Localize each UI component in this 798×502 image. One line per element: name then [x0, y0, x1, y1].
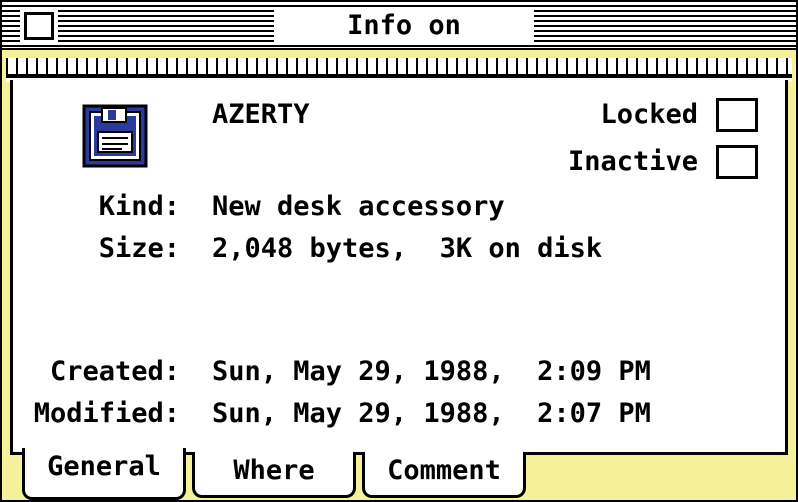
tab-where-label: Where — [233, 455, 315, 486]
file-name: AZERTY — [212, 99, 310, 130]
tab-general[interactable]: General — [22, 448, 186, 500]
created-value: Sun, May 29, 1988, 2:09 PM — [212, 356, 651, 387]
tab-where[interactable]: Where — [192, 452, 356, 498]
modified-label: Modified: — [33, 398, 180, 429]
close-box[interactable] — [24, 12, 54, 40]
tab-comment-label: Comment — [387, 455, 501, 486]
inactive-checkbox[interactable] — [716, 145, 758, 179]
desk-accessory-file-icon — [82, 104, 148, 168]
window-title: Info on “AZERTY” — [274, 8, 534, 77]
inactive-label: Inactive — [567, 146, 698, 177]
tab-comment[interactable]: Comment — [362, 452, 526, 498]
tab-general-label: General — [47, 451, 161, 482]
created-label: Created: — [49, 356, 180, 387]
title-bar[interactable]: Info on “AZERTY” — [2, 2, 796, 77]
kind-value: New desk accessory — [212, 191, 505, 222]
size-value: 2,048 bytes, 3K on disk — [212, 233, 603, 264]
locked-checkbox[interactable] — [716, 98, 758, 132]
locked-label: Locked — [600, 99, 698, 130]
kind-label: Kind: — [98, 191, 180, 222]
size-label: Size: — [98, 233, 180, 264]
ruler-strip — [6, 58, 792, 82]
modified-value: Sun, May 29, 1988, 2:07 PM — [212, 398, 651, 429]
info-window: Info on “AZERTY” AZERTY Locked Inactive … — [0, 0, 798, 502]
